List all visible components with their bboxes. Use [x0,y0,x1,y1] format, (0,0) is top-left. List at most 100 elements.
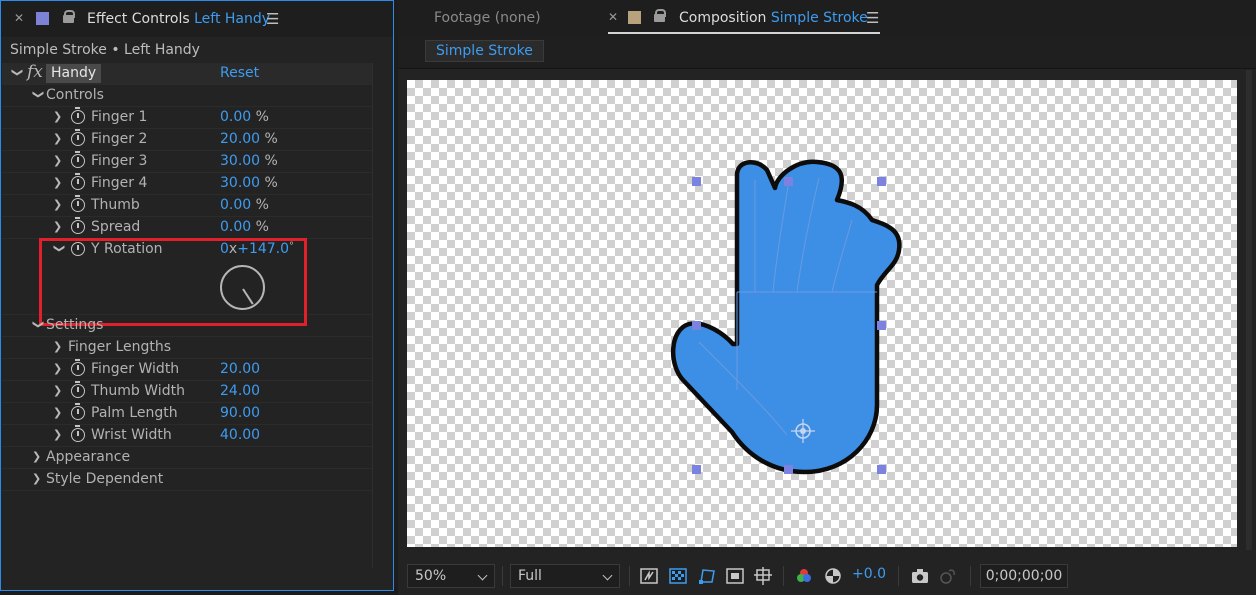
stopwatch-icon[interactable] [71,381,85,398]
effect-row-handy[interactable]: ❯ fx Handy Reset [2,62,372,85]
viewer-toolbar: 50% Full +0.0 0;00;00;00 [398,562,1256,590]
param-row[interactable]: ❯ Spread 0.00 % [2,217,372,239]
composition-breadcrumb[interactable]: Simple Stroke [425,40,544,62]
panel-menu-icon[interactable]: ☰ [266,10,279,28]
param-row[interactable]: ❯ Finger Lengths [2,337,372,359]
group-label: Controls [46,87,104,103]
chevron-right-icon[interactable]: ❯ [53,198,62,211]
region-of-interest-icon[interactable] [726,567,744,585]
chevron-right-icon[interactable]: ❯ [53,176,62,189]
value-unit: % [255,109,269,125]
snapshot-camera-icon[interactable] [911,567,929,585]
param-row[interactable]: ❯ Wrist Width 40.00 [2,425,372,447]
stopwatch-icon[interactable] [71,151,85,168]
current-time-display[interactable]: 0;00;00;00 [980,564,1068,588]
grid-guides-icon[interactable] [754,567,772,585]
param-value[interactable]: 24.00 [220,383,260,399]
group-controls[interactable]: ❯ Controls [2,85,372,107]
fx-toggle-icon[interactable]: fx [27,62,43,82]
value-number[interactable]: 20.00 [220,131,260,147]
toolbar-divider [783,566,784,586]
param-value[interactable]: 20.00 [220,361,260,377]
param-value[interactable]: 0.00 % [220,109,269,125]
exposure-value[interactable]: +0.0 [852,566,886,582]
zoom-dropdown[interactable]: 50% [407,564,495,588]
viewer-scrollbar[interactable] [1246,70,1252,550]
composition-panel: Footage (none) ✕ Composition Simple Stro… [398,0,1256,595]
value-number[interactable]: 30.00 [220,153,260,169]
chevron-down-icon[interactable]: ❯ [32,320,45,329]
param-row[interactable]: ❯ Finger Width 20.00 [2,359,372,381]
param-value[interactable]: 0.00 % [220,197,269,213]
param-row[interactable]: ❯ Finger 4 30.00 % [2,173,372,195]
channel-rgb-icon[interactable] [795,567,813,585]
stopwatch-icon[interactable] [71,217,85,234]
param-row[interactable]: ❯ Finger 2 20.00 % [2,129,372,151]
close-tab-icon[interactable]: ✕ [14,11,24,25]
value-unit: % [264,131,278,147]
stopwatch-icon[interactable] [71,195,85,212]
param-value[interactable]: 40.00 [220,427,260,443]
param-value[interactable]: 0.00 % [220,219,269,235]
transparency-grid-icon[interactable] [669,567,687,585]
chevron-right-icon[interactable]: ❯ [53,340,62,353]
chevron-right-icon[interactable]: ❯ [53,362,62,375]
value-unit: % [264,175,278,191]
chevron-right-icon[interactable]: ❯ [53,110,62,123]
param-value[interactable]: 30.00 % [220,153,278,169]
value-number[interactable]: 0.00 [220,197,251,213]
value-number[interactable]: 0.00 [220,219,251,235]
chevron-right-icon[interactable]: ❯ [53,384,62,397]
effect-controls-tab[interactable]: Effect Controls Left Handy [87,11,270,27]
param-value[interactable]: 20.00 % [220,131,278,147]
value-number[interactable]: 0.00 [220,109,251,125]
param-label: Wrist Width [91,427,172,443]
param-value[interactable]: 90.00 [220,405,260,421]
exposure-reset-icon[interactable] [824,567,842,585]
param-label: Finger 3 [91,153,148,169]
chevron-right-icon[interactable]: ❯ [32,472,41,485]
mask-visibility-icon[interactable] [698,567,716,585]
show-snapshot-icon[interactable] [939,567,957,585]
stopwatch-icon[interactable] [71,359,85,376]
active-tab-underline [608,32,880,34]
chevron-right-icon[interactable]: ❯ [53,154,62,167]
stopwatch-icon[interactable] [71,173,85,190]
composition-canvas[interactable] [407,80,1237,547]
toolbar-divider [629,566,630,586]
stopwatch-icon[interactable] [71,107,85,124]
value-number[interactable]: 30.00 [220,175,260,191]
footage-tab[interactable]: Footage (none) [434,10,541,26]
param-row[interactable]: ❯ Finger 1 0.00 % [2,107,372,129]
stopwatch-icon[interactable] [71,129,85,146]
stopwatch-icon[interactable] [71,425,85,442]
chevron-down-icon [602,570,613,581]
param-row[interactable]: ❯ Thumb Width 24.00 [2,381,372,403]
hand-layer[interactable] [407,80,1237,547]
param-row[interactable]: ❯ Palm Length 90.00 [2,403,372,425]
param-value[interactable]: 30.00 % [220,175,278,191]
chevron-down-icon[interactable]: ❯ [11,68,24,77]
chevron-right-icon[interactable]: ❯ [53,428,62,441]
param-row[interactable]: ❯ Finger 3 30.00 % [2,151,372,173]
panel-menu-icon[interactable]: ☰ [866,9,879,27]
close-tab-icon[interactable]: ✕ [608,10,618,24]
chevron-right-icon[interactable]: ❯ [53,220,62,233]
chevron-down-icon[interactable]: ❯ [32,90,45,99]
bounding-handle [784,465,793,474]
bounding-handle [877,321,886,330]
reset-button[interactable]: Reset [220,65,259,81]
chevron-right-icon[interactable]: ❯ [32,450,41,463]
group-style-dependent[interactable]: ❯ Style Dependent [2,469,372,491]
param-row[interactable]: ❯ Thumb 0.00 % [2,195,372,217]
chevron-right-icon[interactable]: ❯ [53,406,62,419]
group-settings[interactable]: ❯ Settings [2,315,372,337]
chevron-right-icon[interactable]: ❯ [53,132,62,145]
lock-icon[interactable] [654,9,666,22]
resolution-dropdown[interactable]: Full [510,564,620,588]
group-appearance[interactable]: ❯ Appearance [2,447,372,469]
fast-previews-icon[interactable] [640,567,658,585]
lock-icon[interactable] [63,10,75,23]
stopwatch-icon[interactable] [71,403,85,420]
composition-tab[interactable]: Composition Simple Stroke [679,10,868,26]
